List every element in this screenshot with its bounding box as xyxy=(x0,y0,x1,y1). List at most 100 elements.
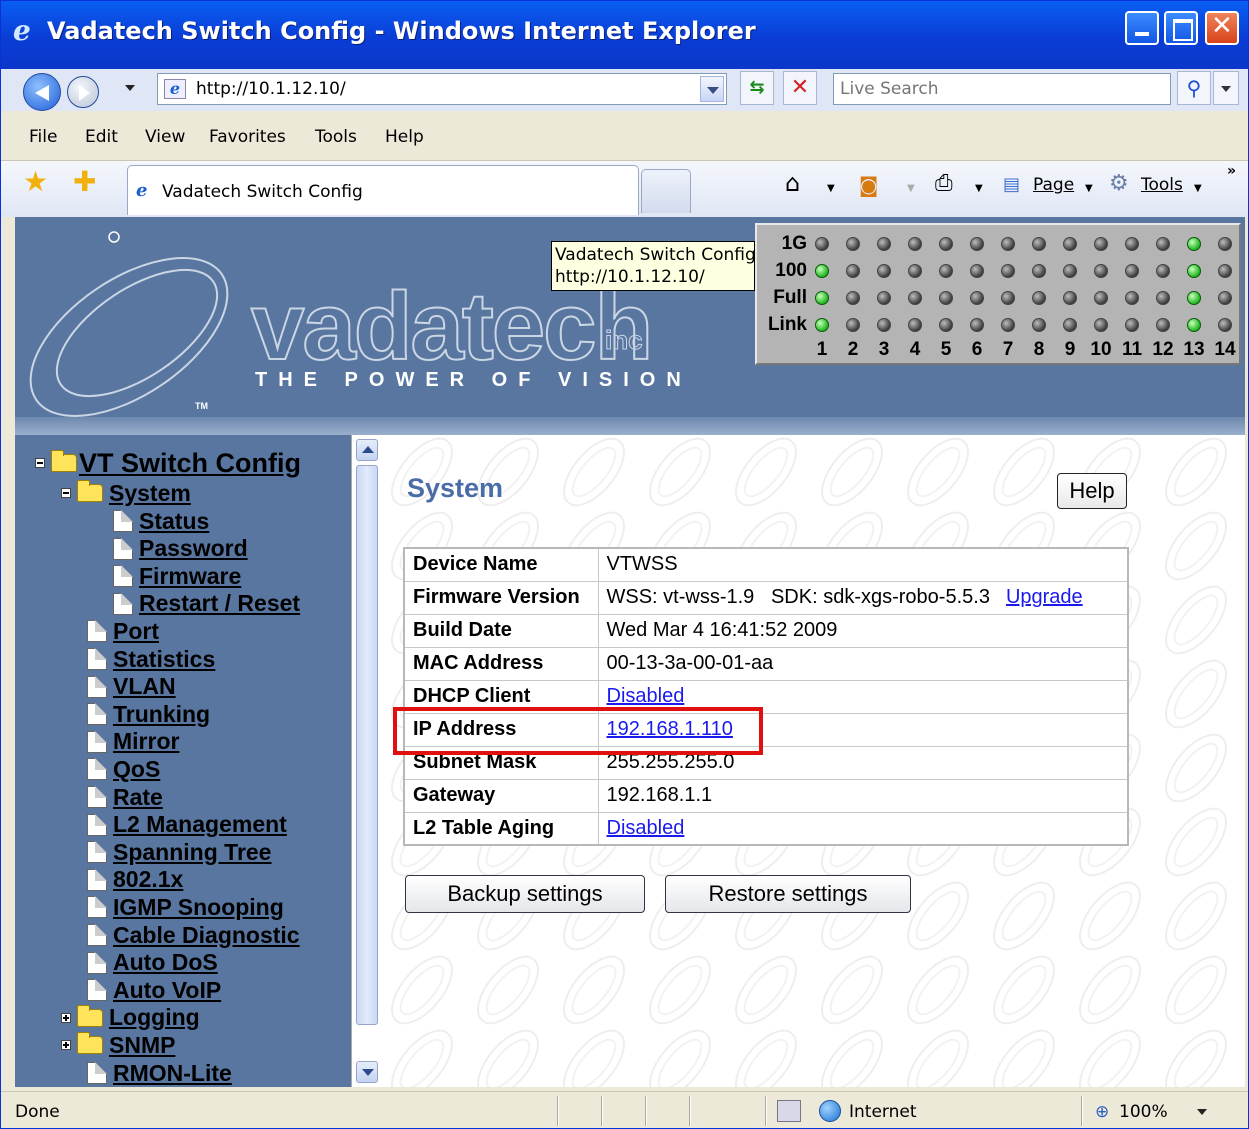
home-dropdown-icon[interactable]: ▼ xyxy=(827,183,835,194)
tree-item-port[interactable]: Port xyxy=(87,617,159,645)
tree-item-label[interactable]: Port xyxy=(113,618,159,645)
tree-item-auto-dos[interactable]: Auto DoS xyxy=(87,949,218,977)
tree-item-cable-diagnostic[interactable]: Cable Diagnostic xyxy=(87,921,300,949)
page-menu-button[interactable]: Page xyxy=(1033,175,1074,195)
tree-item-rate[interactable]: Rate xyxy=(87,783,163,811)
maximize-button[interactable] xyxy=(1164,11,1198,45)
tree-item-label[interactable]: 802.1x xyxy=(113,866,183,893)
search-options-dropdown[interactable] xyxy=(1213,71,1239,105)
search-input[interactable] xyxy=(834,74,1170,104)
tree-item-label[interactable]: System xyxy=(109,480,191,507)
tree-scrollbar[interactable] xyxy=(351,435,379,1087)
favorites-star-icon[interactable]: ★ xyxy=(23,167,48,197)
expand-icon[interactable] xyxy=(61,1012,71,1023)
add-favorites-icon[interactable]: ✚ xyxy=(73,167,96,197)
tree-item-802-1x[interactable]: 802.1x xyxy=(87,866,183,894)
menu-favorites[interactable]: Favorites xyxy=(209,127,286,147)
security-icon[interactable] xyxy=(777,1100,801,1122)
tree-root[interactable]: VT Switch Config xyxy=(35,448,301,479)
help-button[interactable]: Help xyxy=(1057,473,1127,509)
recent-pages-dropdown[interactable] xyxy=(125,85,135,91)
tree-item-firmware[interactable]: Firmware xyxy=(113,562,241,590)
tree-item-label[interactable]: Statistics xyxy=(113,646,215,673)
tree-item-label[interactable]: Firmware xyxy=(139,563,241,590)
tree-item-auto-voip[interactable]: Auto VoIP xyxy=(87,976,221,1004)
scroll-up-button[interactable] xyxy=(356,439,378,461)
minimize-button[interactable] xyxy=(1125,11,1159,45)
collapse-icon[interactable] xyxy=(61,488,71,498)
backup-settings-button[interactable]: Backup settings xyxy=(405,875,645,913)
tree-item-label[interactable]: Rate xyxy=(113,784,163,811)
feeds-dropdown-icon[interactable]: ▼ xyxy=(907,183,915,194)
collapse-icon[interactable] xyxy=(35,458,45,468)
tree-item-label[interactable]: Auto DoS xyxy=(113,949,218,976)
tree-item-l2-management[interactable]: L2 Management xyxy=(87,811,287,839)
print-icon[interactable]: ⎙ xyxy=(935,171,953,196)
tree-item-mirror[interactable]: Mirror xyxy=(87,728,179,756)
new-tab-button[interactable] xyxy=(641,169,691,213)
zoom-dropdown-icon[interactable] xyxy=(1197,1109,1207,1115)
tree-item-qos[interactable]: QoS xyxy=(87,755,160,783)
tree-item-label[interactable]: VLAN xyxy=(113,673,176,700)
restore-settings-button[interactable]: Restore settings xyxy=(665,875,911,913)
forward-button[interactable] xyxy=(67,76,99,108)
tools-dropdown-icon[interactable]: ▼ xyxy=(1194,183,1202,194)
tree-item-igmp-snooping[interactable]: IGMP Snooping xyxy=(87,893,284,921)
back-button[interactable] xyxy=(23,73,61,111)
tree-item-label[interactable]: QoS xyxy=(113,756,160,783)
tree-item-label[interactable]: Restart / Reset xyxy=(139,590,300,617)
tree-root-label[interactable]: VT Switch Config xyxy=(79,448,301,479)
tools-menu-button[interactable]: Tools xyxy=(1141,175,1183,195)
tree-item-rmon-lite[interactable]: RMON-Lite xyxy=(87,1059,232,1087)
scroll-down-button[interactable] xyxy=(356,1061,378,1083)
security-zone[interactable]: Internet xyxy=(849,1102,917,1122)
tree-item-label[interactable]: Logging xyxy=(109,1004,200,1031)
scroll-thumb[interactable] xyxy=(356,465,378,1025)
tree-item-label[interactable]: L2 Management xyxy=(113,811,287,838)
tree-item-label[interactable]: Mirror xyxy=(113,728,179,755)
feeds-icon[interactable]: ◙ xyxy=(859,173,878,197)
search-button[interactable]: ⚲ xyxy=(1177,71,1211,105)
menu-edit[interactable]: Edit xyxy=(85,127,118,147)
tree-item-restart-reset[interactable]: Restart / Reset xyxy=(113,590,300,618)
tree-item-password[interactable]: Password xyxy=(113,535,248,563)
refresh-button[interactable]: ⇆ xyxy=(740,71,774,105)
tree-item-label[interactable]: SNMP xyxy=(109,1032,175,1059)
tree-item-label[interactable]: Password xyxy=(139,535,248,562)
tree-item-statistics[interactable]: Statistics xyxy=(87,645,215,673)
tree-item-vlan[interactable]: VLAN xyxy=(87,673,176,701)
expand-icon[interactable] xyxy=(61,1040,71,1051)
tree-item-snmp[interactable]: SNMP xyxy=(61,1031,175,1059)
menu-help[interactable]: Help xyxy=(385,127,424,147)
menu-view[interactable]: View xyxy=(145,127,185,147)
tree-item-trunking[interactable]: Trunking xyxy=(87,700,210,728)
tree-item-label[interactable]: IGMP Snooping xyxy=(113,894,284,921)
tree-item-logging[interactable]: Logging xyxy=(61,1004,200,1032)
tree-item-spanning-tree[interactable]: Spanning Tree xyxy=(87,838,271,866)
row-link[interactable]: Disabled xyxy=(607,817,685,839)
address-dropdown-button[interactable] xyxy=(700,76,724,102)
stop-button[interactable]: ✕ xyxy=(783,71,817,105)
menu-tools[interactable]: Tools xyxy=(315,127,357,147)
chevron-more-icon[interactable]: » xyxy=(1227,163,1236,179)
tree-item-label[interactable]: Spanning Tree xyxy=(113,839,271,866)
row-link[interactable]: Disabled xyxy=(607,685,685,707)
print-dropdown-icon[interactable]: ▼ xyxy=(975,183,983,194)
menu-file[interactable]: File xyxy=(29,127,57,147)
zoom-level[interactable]: 100% xyxy=(1119,1102,1168,1122)
row-link[interactable]: Upgrade xyxy=(1006,586,1083,608)
address-value[interactable]: http://10.1.12.10/ xyxy=(196,79,346,99)
page-dropdown-icon[interactable]: ▼ xyxy=(1085,183,1093,194)
tree-item-label[interactable]: Trunking xyxy=(113,701,210,728)
tree-item-label[interactable]: Status xyxy=(139,508,209,535)
tree-item-label[interactable]: Cable Diagnostic xyxy=(113,922,300,949)
home-icon[interactable]: ⌂ xyxy=(785,169,800,197)
search-field[interactable] xyxy=(833,73,1171,105)
address-bar[interactable]: e http://10.1.12.10/ xyxy=(157,73,727,105)
close-button[interactable] xyxy=(1205,11,1239,45)
tab-vadatech-switch-config[interactable]: e Vadatech Switch Config xyxy=(127,165,639,215)
tree-item-label[interactable]: Auto VoIP xyxy=(113,977,221,1004)
tree-item-label[interactable]: RMON-Lite xyxy=(113,1060,232,1087)
tree-item-status[interactable]: Status xyxy=(113,507,209,535)
tree-item-system[interactable]: System xyxy=(61,479,191,507)
